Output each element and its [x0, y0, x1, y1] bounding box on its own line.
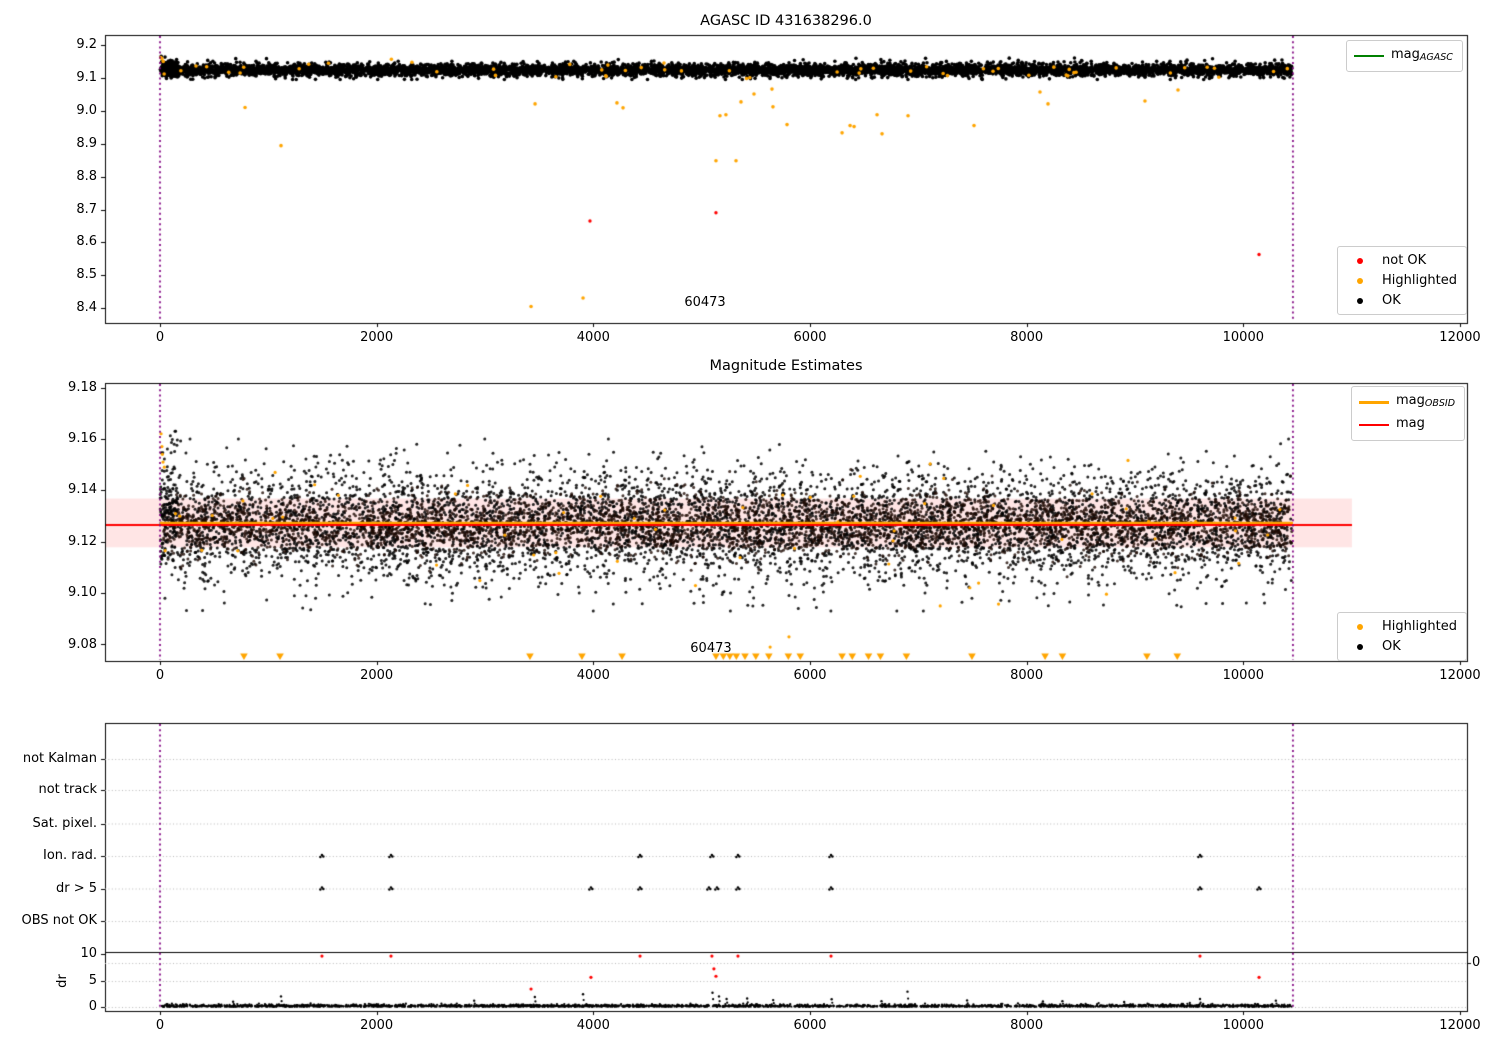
legend-label: OK: [1382, 293, 1401, 308]
red-dot-icon: [1357, 257, 1363, 264]
orange-dot-icon: [1357, 277, 1363, 284]
legend-label: Highlighted: [1382, 273, 1457, 288]
panel1-line-legend: magAGASC: [1346, 40, 1463, 72]
plots-canvas: [0, 0, 1500, 1050]
orange-line-icon: [1359, 400, 1389, 404]
legend-label: magOBSID: [1396, 393, 1456, 409]
panel2-marker-legend: Highlighted OK: [1337, 612, 1467, 661]
green-line-icon: [1354, 55, 1384, 57]
red-line-icon: [1359, 424, 1389, 426]
legend-item-mag-agasc: magAGASC: [1354, 46, 1453, 66]
legend-label: not OK: [1382, 253, 1427, 268]
legend-item-highlighted: Highlighted: [1345, 618, 1457, 635]
legend-item-ok: OK: [1345, 638, 1457, 655]
legend-label: mag: [1396, 416, 1425, 431]
legend-label: OK: [1382, 639, 1401, 654]
mag-agasc-line-swatch: [1354, 55, 1384, 57]
black-dot-icon: [1357, 643, 1363, 650]
legend-label: magAGASC: [1391, 47, 1453, 63]
orange-dot-icon: [1357, 623, 1363, 630]
legend-label: Highlighted: [1382, 619, 1457, 634]
panel2-line-legend: magOBSID mag: [1351, 386, 1466, 441]
legend-item-mag-obsid: magOBSID: [1359, 392, 1455, 412]
legend-item-not-ok: not OK: [1345, 252, 1457, 269]
black-dot-icon: [1357, 297, 1363, 304]
panel1-marker-legend: not OK Highlighted OK: [1337, 246, 1467, 315]
legend-item-ok: OK: [1345, 292, 1457, 309]
legend-item-highlighted: Highlighted: [1345, 272, 1457, 289]
legend-item-mag: mag: [1359, 415, 1455, 435]
